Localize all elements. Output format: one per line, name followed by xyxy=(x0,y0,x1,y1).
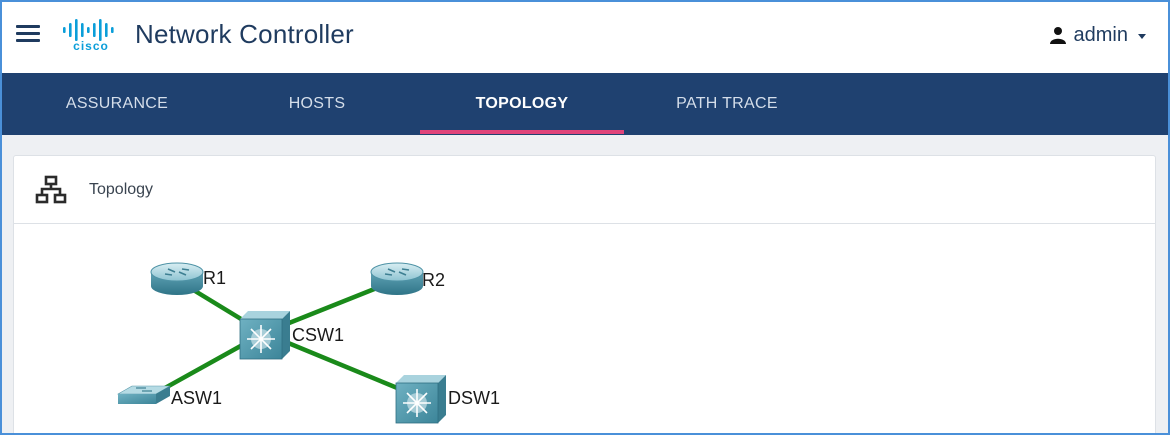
router-r2-icon xyxy=(370,262,424,295)
tab-hosts[interactable]: HOSTS xyxy=(242,73,392,135)
multilayer-switch-dsw1-icon xyxy=(395,375,446,424)
topology-icon xyxy=(35,175,67,204)
tab-path-trace[interactable]: PATH TRACE xyxy=(652,73,802,135)
device-label-asw1[interactable]: ASW1 xyxy=(171,388,222,409)
user-icon xyxy=(1049,27,1066,44)
device-label-r1[interactable]: R1 xyxy=(203,268,226,289)
hamburger-menu-icon[interactable] xyxy=(16,25,40,43)
card-title: Topology xyxy=(89,181,154,198)
active-tab-indicator xyxy=(420,130,624,134)
multilayer-switch-csw1-icon xyxy=(239,311,290,360)
topology-card: Topology R1 R2 CSW1 ASW1 DSW1 xyxy=(13,155,1156,433)
device-label-dsw1[interactable]: DSW1 xyxy=(448,388,500,409)
cisco-logo: cisco xyxy=(63,19,114,52)
user-menu[interactable]: admin xyxy=(1049,22,1146,48)
main-nav: ASSURANCE HOSTS TOPOLOGY PATH TRACE xyxy=(2,73,1168,135)
app-title: Network Controller xyxy=(135,19,354,49)
tab-assurance[interactable]: ASSURANCE xyxy=(32,73,202,135)
device-label-csw1[interactable]: CSW1 xyxy=(292,325,344,346)
content-area: Topology R1 R2 CSW1 ASW1 DSW1 xyxy=(2,135,1168,433)
app-window: cisco Network Controller admin ASSURANCE… xyxy=(0,0,1170,435)
device-label-r2[interactable]: R2 xyxy=(422,270,445,291)
username-label: admin xyxy=(1073,23,1128,46)
switch-asw1-icon xyxy=(116,385,172,404)
router-r1-icon xyxy=(150,262,204,295)
caret-down-icon xyxy=(1138,34,1146,39)
tab-topology[interactable]: TOPOLOGY xyxy=(420,73,624,135)
card-header: Topology xyxy=(14,156,1155,224)
topology-canvas: R1 R2 CSW1 ASW1 DSW1 xyxy=(14,225,1155,433)
app-header: cisco Network Controller admin xyxy=(2,2,1168,73)
brand-wordmark: cisco xyxy=(73,39,109,52)
